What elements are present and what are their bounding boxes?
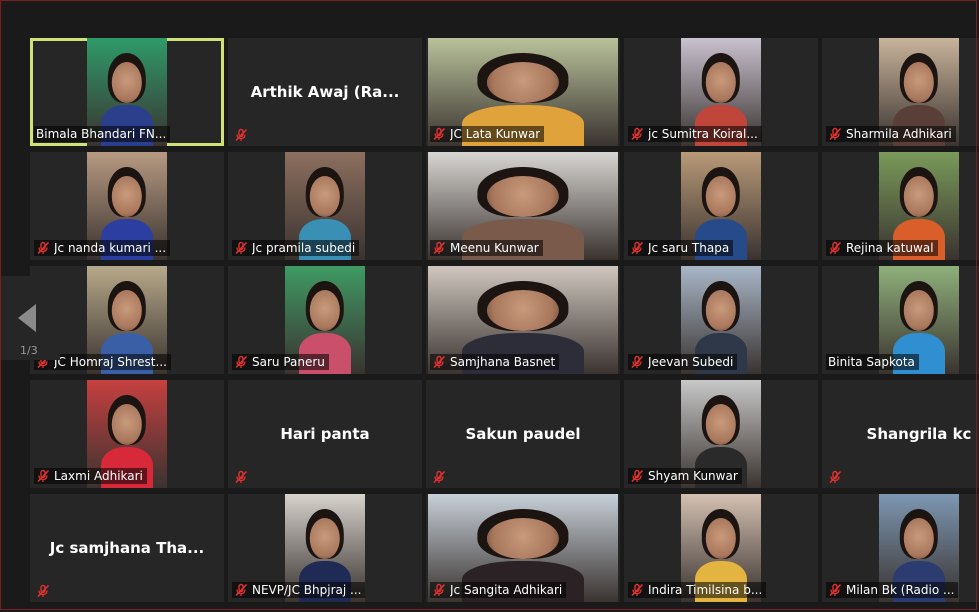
participant-name: Meenu Kunwar <box>450 241 539 255</box>
participant-name: jc Sumitra Koiral... <box>648 127 758 141</box>
participant-tile[interactable]: Sharmila Adhikari <box>822 38 979 146</box>
participant-name: Jc saru Thapa <box>648 241 730 255</box>
participant-name: Binita Sapkota <box>828 355 915 369</box>
participant-tile[interactable]: Samjhana Basnet <box>426 266 620 374</box>
participant-name: JC Lata Kunwar <box>450 127 541 141</box>
participant-name: Jc pramila subedi <box>252 241 356 255</box>
participant-name-label: jc Sumitra Koiral... <box>628 126 762 142</box>
participant-name-label <box>232 470 256 484</box>
mic-muted-icon <box>235 470 248 484</box>
participant-tile[interactable]: Hari panta <box>228 380 422 488</box>
participant-name-label: Saru Paneru <box>232 354 329 370</box>
participant-name-label: Meenu Kunwar <box>430 240 543 256</box>
participant-name: Laxmi Adhikari <box>54 469 143 483</box>
participant-tile[interactable]: Jc Sangita Adhikari <box>426 494 620 602</box>
mic-muted-icon <box>433 583 446 597</box>
mic-muted-icon <box>631 127 644 141</box>
participant-tile[interactable]: JC Lata Kunwar <box>426 38 620 146</box>
participant-tile[interactable]: Saru Paneru <box>228 266 422 374</box>
mic-muted-icon <box>829 470 842 484</box>
mic-muted-icon <box>235 241 248 255</box>
participant-tile[interactable]: Milan Bk (Radio ... <box>822 494 979 602</box>
mic-muted-icon <box>829 241 842 255</box>
participant-name-label <box>430 470 454 484</box>
mic-muted-icon <box>829 127 842 141</box>
participant-tile[interactable]: Laxmi Adhikari <box>30 380 224 488</box>
participant-tile[interactable]: Meenu Kunwar <box>426 152 620 260</box>
participant-display-name: Hari panta <box>280 425 370 443</box>
participant-name: Indira Timilsina b... <box>648 583 763 597</box>
participant-name-label <box>826 470 850 484</box>
mic-muted-icon <box>235 355 248 369</box>
mic-muted-icon <box>37 584 50 598</box>
participant-name-label: Laxmi Adhikari <box>34 468 147 484</box>
participant-tile[interactable]: Sakun paudel <box>426 380 620 488</box>
participant-name-label: Shyam Kunwar <box>628 468 742 484</box>
mic-muted-icon <box>829 583 842 597</box>
mic-muted-icon <box>37 241 50 255</box>
participant-display-name: Arthik Awaj (Ra... <box>250 83 400 101</box>
participant-name: JC Homraj Shrest... <box>54 355 167 369</box>
participant-display-name: Sakun paudel <box>465 425 581 443</box>
participant-tile[interactable]: Rejina katuwal <box>822 152 979 260</box>
participant-name-label: Rejina katuwal <box>826 240 938 256</box>
participant-name-label: Milan Bk (Radio ... <box>826 582 959 598</box>
participant-name: Saru Paneru <box>252 355 325 369</box>
participant-tile[interactable]: Jc samjhana Tha... <box>30 494 224 602</box>
participant-name-label: Jc pramila subedi <box>232 240 360 256</box>
participant-tile[interactable]: Indira Timilsina b... <box>624 494 818 602</box>
participant-tile[interactable]: Shyam Kunwar <box>624 380 818 488</box>
participant-name: Jc Sangita Adhikari <box>450 583 563 597</box>
mic-muted-icon <box>37 469 50 483</box>
participant-name-label: Bimala Bhandari FN... <box>34 126 171 142</box>
participant-name-label: Jc saru Thapa <box>628 240 734 256</box>
participant-display-name: Shangrila kc <box>866 425 972 443</box>
participant-name: Jc nanda kumari ... <box>54 241 167 255</box>
mic-muted-icon <box>235 583 248 597</box>
participant-name-label: Sharmila Adhikari <box>826 126 956 142</box>
participant-name: Bimala Bhandari FN... <box>36 127 167 141</box>
participant-name: Shyam Kunwar <box>648 469 738 483</box>
participant-name: Samjhana Basnet <box>450 355 556 369</box>
mic-muted-icon <box>235 128 248 142</box>
participant-name: Jeevan Subedi <box>648 355 734 369</box>
participant-name-label: Jc nanda kumari ... <box>34 240 171 256</box>
participant-tile[interactable]: Binita Sapkota <box>822 266 979 374</box>
mic-muted-icon <box>433 355 446 369</box>
participant-tile[interactable]: Shangrila kc <box>822 380 979 488</box>
participant-name: Sharmila Adhikari <box>846 127 952 141</box>
mic-muted-icon <box>433 470 446 484</box>
participant-tile[interactable]: jc Sumitra Koiral... <box>624 38 818 146</box>
participant-tile[interactable]: Jc nanda kumari ... <box>30 152 224 260</box>
mic-muted-icon <box>433 241 446 255</box>
mic-muted-icon <box>631 241 644 255</box>
participant-tile[interactable]: NEVP/JC Bhpjraj ... <box>228 494 422 602</box>
participant-tile[interactable]: Bimala Bhandari FN... <box>30 38 224 146</box>
mic-muted-icon <box>631 583 644 597</box>
participant-name-label: Indira Timilsina b... <box>628 582 767 598</box>
participant-name-label: Jc Sangita Adhikari <box>430 582 567 598</box>
participant-name-label <box>232 128 256 142</box>
participant-name-label: Jeevan Subedi <box>628 354 738 370</box>
mic-muted-icon <box>433 127 446 141</box>
mic-muted-icon <box>631 355 644 369</box>
participant-tile[interactable]: Jc saru Thapa <box>624 152 818 260</box>
chevron-left-icon <box>18 304 36 332</box>
mic-muted-icon <box>631 469 644 483</box>
participant-tile[interactable]: Arthik Awaj (Ra... <box>228 38 422 146</box>
participant-name-label <box>34 584 58 598</box>
participant-name: Milan Bk (Radio ... <box>846 583 955 597</box>
participant-name-label: JC Lata Kunwar <box>430 126 545 142</box>
participant-name-label: NEVP/JC Bhpjraj ... <box>232 582 366 598</box>
participant-name-label: Binita Sapkota <box>826 354 919 370</box>
previous-page-button[interactable]: 1/3 <box>0 276 60 360</box>
participant-tile[interactable]: Jc pramila subedi <box>228 152 422 260</box>
participant-name-label: Samjhana Basnet <box>430 354 560 370</box>
participant-display-name: Jc samjhana Tha... <box>49 539 205 557</box>
page-indicator: 1/3 <box>20 344 38 357</box>
participant-name: Rejina katuwal <box>846 241 934 255</box>
participant-tile[interactable]: Jeevan Subedi <box>624 266 818 374</box>
participant-name: NEVP/JC Bhpjraj ... <box>252 583 362 597</box>
